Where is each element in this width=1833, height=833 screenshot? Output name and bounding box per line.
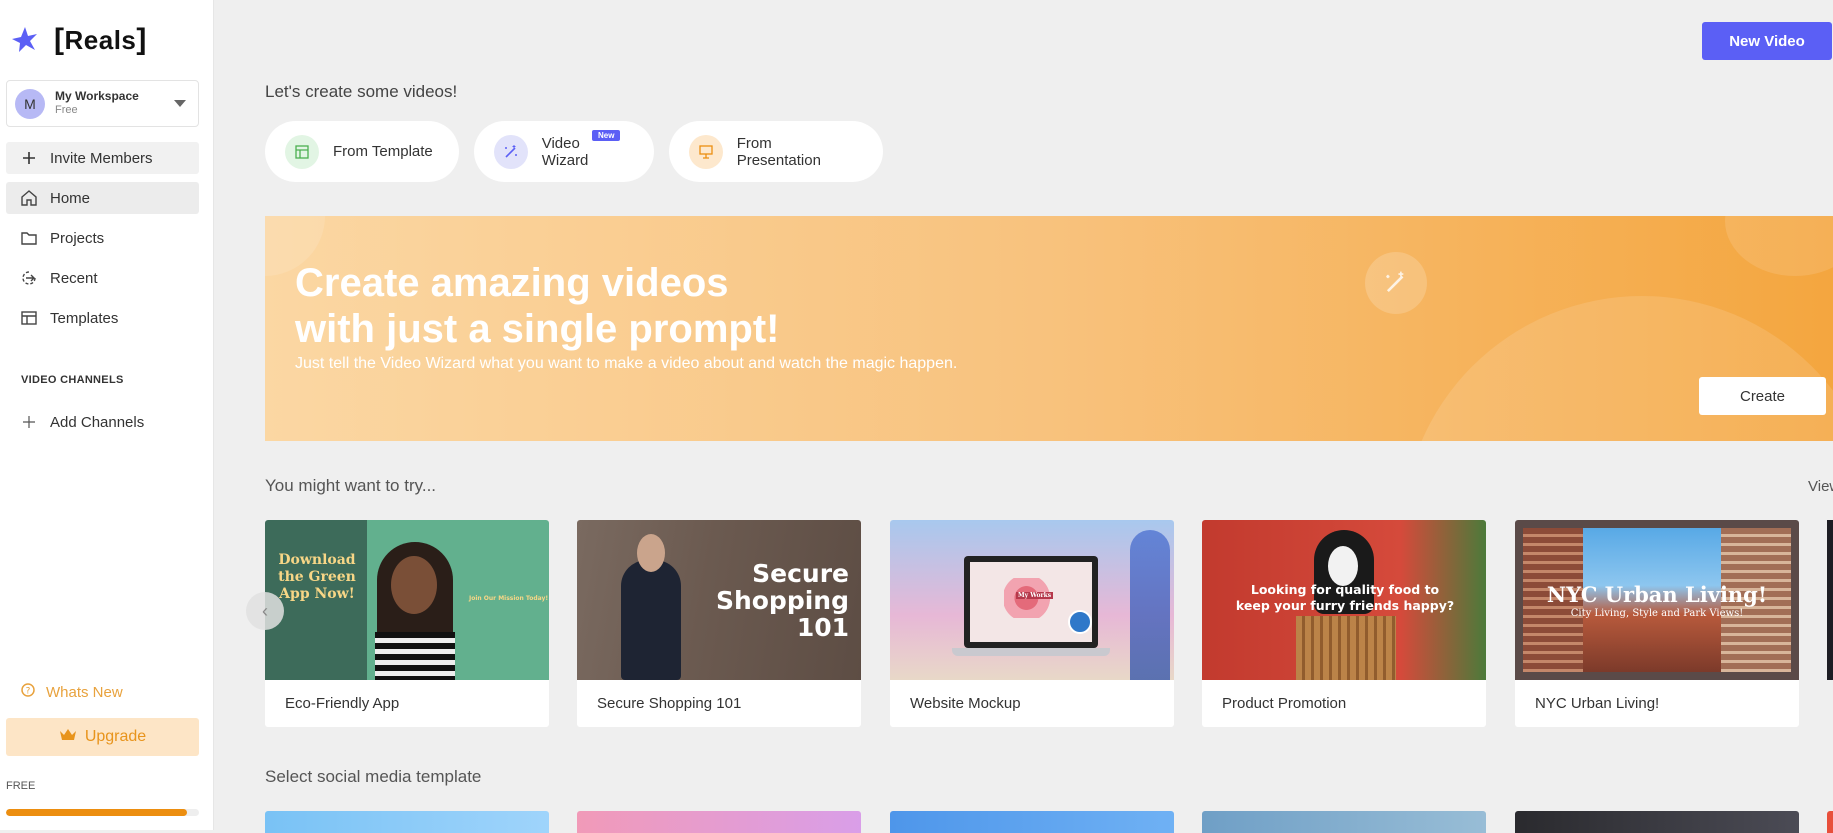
card-title: Product Promotion — [1222, 695, 1347, 712]
thumb-headline: NYC Urban Living! — [1546, 582, 1768, 607]
templates-icon — [20, 309, 38, 327]
logo-icon — [12, 27, 37, 52]
template-card[interactable]: Looking for quality food to keep your fu… — [1202, 520, 1486, 727]
invite-members-label: Invite Members — [50, 149, 153, 167]
video-wizard-banner: Create amazing videos with just a single… — [265, 216, 1833, 441]
whats-new-label: Whats New — [46, 683, 123, 701]
upgrade-label: Upgrade — [84, 728, 147, 745]
card-thumbnail: Secure Shopping 101 — [577, 520, 861, 680]
banner-subtitle: Just tell the Video Wizard what you want… — [295, 355, 958, 372]
create-button[interactable]: Create — [1699, 377, 1826, 415]
chevron-left-icon[interactable]: ‹ — [246, 592, 284, 630]
sidebar-item-label: Projects — [50, 229, 105, 247]
from-template-label: From Template — [333, 143, 433, 160]
magic-wand-icon — [494, 134, 528, 169]
sidebar-item-label: Templates — [50, 309, 119, 327]
thumb-headline: Looking for quality food to keep your fu… — [1235, 582, 1455, 613]
plan-label: FREE — [6, 780, 36, 792]
chair-figure — [1296, 616, 1396, 680]
card-title: NYC Urban Living! — [1535, 695, 1660, 712]
plus-icon — [20, 413, 38, 431]
plant-decoration — [1130, 530, 1170, 680]
thumb-subline: City Living, Style and Park Views! — [1570, 608, 1744, 619]
card-thumbnail: Download the Green App Now! Join Our Mis… — [265, 520, 549, 680]
gear-icon: ? — [20, 682, 36, 702]
card-title: Secure Shopping 101 — [597, 695, 742, 712]
page-intro: Let's create some videos! — [265, 82, 458, 101]
banner-decoration — [1725, 216, 1833, 276]
presenter-avatar — [1068, 610, 1092, 634]
person-figure — [621, 560, 681, 680]
new-badge: New — [592, 130, 621, 141]
thumb-headline: My Works — [1016, 592, 1054, 599]
thumb-headline: Download the Green App Now! — [278, 552, 356, 602]
sidebar-item-recent[interactable]: Recent — [6, 262, 199, 294]
home-icon — [20, 189, 38, 207]
workspace-switcher[interactable]: M My Workspace Free — [6, 80, 199, 127]
logo[interactable]: [Reals] — [10, 20, 147, 60]
whats-new-link[interactable]: ? Whats New — [20, 682, 123, 702]
crown-icon — [59, 728, 77, 747]
person-face — [391, 556, 437, 614]
workspace-name: My Workspace — [55, 89, 139, 104]
sidebar-item-home[interactable]: Home — [6, 182, 199, 214]
template-icon — [285, 134, 319, 169]
card-thumbnail: NYC Urban Living! City Living, Style and… — [1515, 520, 1799, 680]
card-thumbnail: Looking for quality food to keep your fu… — [1202, 520, 1486, 680]
banner-decoration — [1402, 296, 1833, 441]
laptop-base — [952, 648, 1110, 656]
video-wizard-button[interactable]: Video Wizard New — [474, 121, 654, 182]
sidebar-item-label: Recent — [50, 269, 98, 287]
svg-text:?: ? — [26, 687, 31, 697]
add-channels-label: Add Channels — [50, 413, 145, 431]
dog-face — [1328, 546, 1358, 586]
magic-wand-icon — [1365, 252, 1427, 314]
from-presentation-label: From Presentation — [736, 134, 821, 169]
banner-title: Create amazing videos with just a single… — [295, 260, 779, 352]
social-templates-heading: Select social media template — [265, 767, 482, 786]
from-template-button[interactable]: From Template — [265, 121, 459, 182]
from-presentation-button[interactable]: From Presentation — [669, 121, 883, 182]
view-all-link[interactable]: View — [1808, 478, 1833, 495]
usage-progress-fill — [6, 809, 188, 816]
card-title: Website Mockup — [910, 695, 1021, 712]
plus-icon — [20, 149, 38, 167]
sidebar-item-templates[interactable]: Templates — [6, 302, 199, 334]
banner-title-line1: Create amazing videos — [295, 261, 729, 305]
brand-name: [Reals] — [54, 23, 147, 56]
person-face — [637, 534, 665, 572]
folder-icon — [20, 229, 38, 247]
thumb-subline: Join Our Mission Today! — [469, 595, 549, 602]
suggestions-heading: You might want to try... — [265, 476, 437, 495]
template-card[interactable]: NYC Urban Living! City Living, Style and… — [1515, 520, 1799, 727]
card-thumbnail: My Works — [890, 520, 1174, 680]
template-card-peek[interactable] — [1827, 520, 1833, 680]
presentation-icon — [689, 134, 723, 169]
avatar: M — [15, 88, 45, 119]
template-card[interactable]: Download the Green App Now! Join Our Mis… — [265, 520, 549, 727]
invite-members-button[interactable]: Invite Members — [6, 142, 199, 174]
thumb-headline: Secure Shopping 101 — [715, 559, 849, 642]
sidebar: [Reals] M My Workspace Free Invite Membe… — [0, 0, 214, 830]
sidebar-item-label: Home — [50, 189, 91, 207]
person-shirt — [375, 632, 455, 680]
workspace-info: My Workspace Free — [55, 89, 139, 118]
banner-title-line2: with just a single prompt! — [295, 307, 780, 351]
usage-progress-bar — [6, 809, 199, 816]
chevron-down-icon — [174, 100, 186, 107]
upgrade-button[interactable]: Upgrade — [6, 718, 199, 756]
sidebar-item-projects[interactable]: Projects — [6, 222, 199, 254]
recent-icon — [20, 269, 38, 287]
template-card[interactable]: Secure Shopping 101 Secure Shopping 101 — [577, 520, 861, 727]
video-channels-heading: VIDEO CHANNELS — [21, 374, 124, 386]
template-card[interactable]: My Works Website Mockup — [890, 520, 1174, 727]
card-title: Eco-Friendly App — [285, 695, 400, 712]
new-video-button[interactable]: New Video — [1702, 22, 1832, 60]
add-channels-button[interactable]: Add Channels — [6, 406, 199, 438]
workspace-plan: Free — [55, 104, 78, 117]
